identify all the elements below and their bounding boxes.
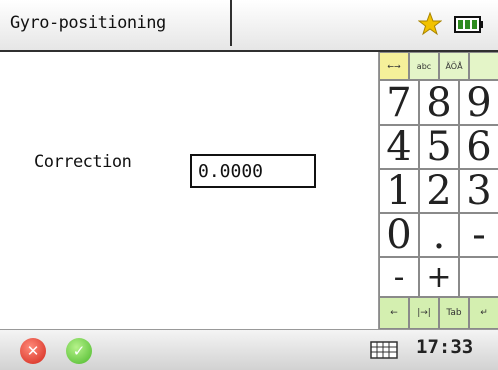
battery-icon (454, 16, 483, 33)
ok-icon[interactable]: ✓ (66, 338, 92, 364)
key-blank[interactable] (459, 257, 498, 297)
key-2[interactable]: 2 (419, 169, 459, 213)
tab-key[interactable]: Tab (439, 297, 469, 329)
key-decimal[interactable]: . (419, 213, 459, 257)
key-add[interactable]: + (419, 257, 459, 297)
page-title: Gyro-positioning (0, 0, 232, 46)
backspace-key[interactable]: ← (379, 297, 409, 329)
cursor-key[interactable]: |→| (409, 297, 439, 329)
key-9[interactable]: 9 (459, 80, 498, 125)
key-7[interactable]: 7 (379, 80, 419, 125)
mode-abc-key[interactable]: abc (409, 52, 439, 80)
clock: 17:33 (416, 336, 474, 358)
key-1[interactable]: 1 (379, 169, 419, 213)
onscreen-keypad: ←→ abc ÄÖÅ 7 8 9 4 5 6 1 2 3 0 . - - + ←… (378, 52, 498, 329)
correction-input[interactable] (190, 154, 316, 188)
cancel-icon[interactable]: ✕ (20, 338, 46, 364)
title-bar: Gyro-positioning (0, 0, 498, 52)
correction-label: Correction (34, 152, 132, 172)
key-subtract[interactable]: - (379, 257, 419, 297)
mode-special-key[interactable]: ÄÖÅ (439, 52, 469, 80)
key-8[interactable]: 8 (419, 80, 459, 125)
star-icon[interactable] (418, 12, 442, 36)
key-3[interactable]: 3 (459, 169, 498, 213)
keyboard-icon[interactable] (370, 340, 398, 360)
key-6[interactable]: 6 (459, 125, 498, 169)
mode-arrows-key[interactable]: ←→ (379, 52, 409, 80)
enter-key[interactable]: ↵ (469, 297, 498, 329)
key-0[interactable]: 0 (379, 213, 419, 257)
key-4[interactable]: 4 (379, 125, 419, 169)
status-bar: ✕ ✓ 17:33 (0, 329, 498, 370)
key-5[interactable]: 5 (419, 125, 459, 169)
mode-blank-key[interactable] (469, 52, 498, 80)
key-minus-sign[interactable]: - (459, 213, 498, 257)
